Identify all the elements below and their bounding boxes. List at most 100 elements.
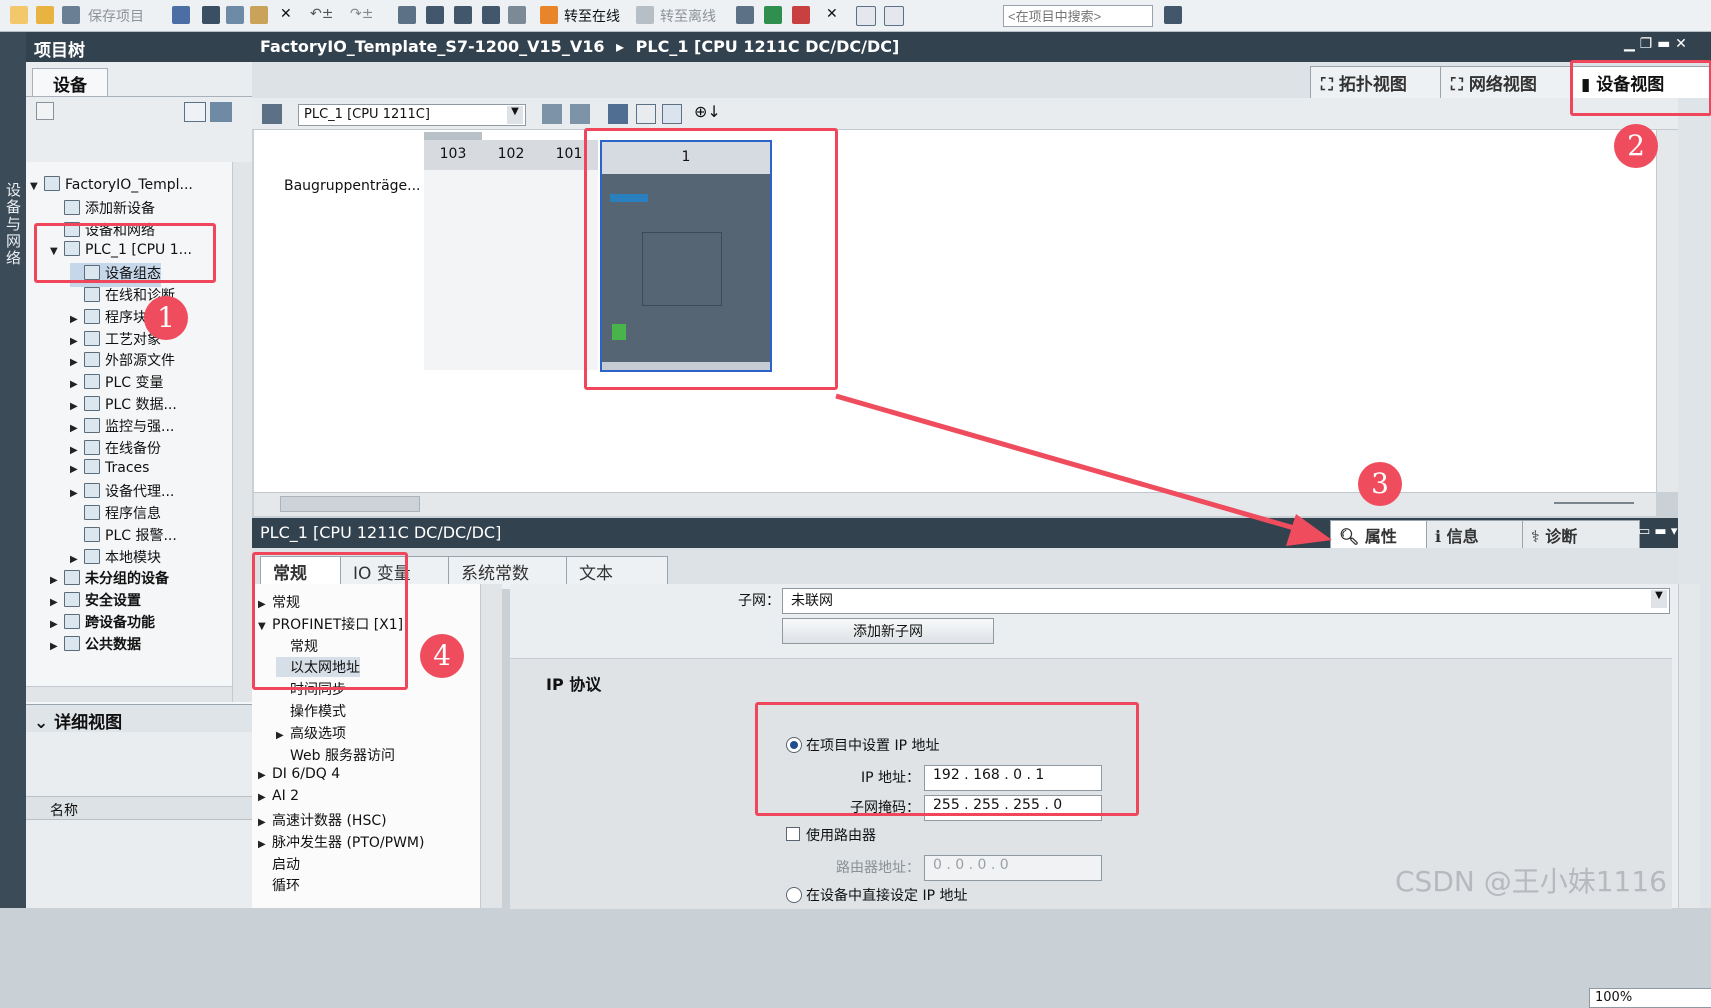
tree-item[interactable]: ▶ 未分组的设备 — [50, 568, 169, 592]
canvas-vertical-scrollbar[interactable] — [1656, 130, 1678, 492]
collapsed-arrow-icon[interactable]: ▶ — [50, 641, 64, 652]
tree-horizontal-scrollbar[interactable] — [26, 686, 232, 702]
collapsed-arrow-icon[interactable]: ▶ — [258, 792, 272, 803]
tree-options-icon[interactable] — [36, 102, 54, 120]
compile-icon[interactable] — [398, 6, 416, 24]
save-project-button[interactable]: 保存项目 — [88, 6, 144, 26]
detail-name-column[interactable]: 名称 — [26, 796, 252, 820]
download-icon[interactable] — [426, 6, 444, 24]
tree-item[interactable]: ▶ 跨设备功能 — [50, 612, 155, 636]
overview-icon[interactable] — [184, 102, 206, 122]
tree-item[interactable]: ▶ 安全设置 — [50, 590, 141, 614]
go-offline-icon[interactable] — [636, 6, 654, 24]
tree-item[interactable]: ▼ FactoryIO_Templ... — [30, 176, 193, 200]
copy-icon[interactable] — [226, 6, 244, 24]
project-search-input[interactable] — [1003, 5, 1153, 27]
split-vertical-icon[interactable] — [884, 6, 904, 26]
nav-item[interactable]: ▶ 高级选项 — [276, 723, 346, 743]
collapsed-arrow-icon[interactable]: ▶ — [70, 336, 84, 347]
go-online-icon[interactable] — [540, 6, 558, 24]
form-scrollbar[interactable] — [1678, 584, 1700, 908]
tree-item[interactable]: ▶ 外部源文件 — [70, 350, 175, 374]
tab-topology-view[interactable]: ⛶ 拓扑视图 — [1310, 66, 1448, 102]
subnet-select[interactable]: 未联网 ▼ — [782, 588, 1670, 614]
tree-item[interactable]: 添加新设备 — [50, 198, 155, 222]
inspector-window-controls[interactable]: ▭ ▬ ▾ — [1638, 524, 1677, 539]
stop-cpu-icon[interactable] — [792, 6, 810, 24]
stop-simulation-icon[interactable] — [508, 6, 526, 24]
start-cpu-icon[interactable] — [764, 6, 782, 24]
tree-item[interactable]: ▶ 监控与强... — [70, 416, 174, 440]
tree-item[interactable]: ▶ 工艺对象 — [70, 329, 161, 353]
device-tool-icon[interactable] — [262, 104, 282, 124]
device-select[interactable]: PLC_1 [CPU 1211C] ▼ — [298, 104, 526, 126]
tree-settings-icon[interactable] — [210, 102, 232, 122]
table-icon[interactable] — [662, 104, 682, 124]
show-names-icon[interactable] — [570, 104, 590, 124]
collapsed-arrow-icon[interactable]: ▶ — [258, 839, 272, 850]
collapsed-arrow-icon[interactable]: ▶ — [70, 401, 84, 412]
collapsed-arrow-icon[interactable]: ▶ — [276, 730, 290, 741]
cross-reference-icon[interactable]: ✕ — [826, 6, 838, 22]
collapsed-arrow-icon[interactable]: ▶ — [70, 357, 84, 368]
new-project-icon[interactable] — [10, 6, 28, 24]
undo-icon[interactable]: ↶± — [310, 6, 333, 22]
collapsed-arrow-icon[interactable]: ▶ — [70, 314, 84, 325]
navigation-scrollbar[interactable] — [480, 584, 502, 908]
tree-item[interactable]: 程序信息 — [70, 503, 161, 527]
collapsed-arrow-icon[interactable]: ▶ — [70, 445, 84, 456]
empty-slot-102[interactable] — [482, 170, 541, 370]
tree-item[interactable]: ▶ PLC 数据... — [70, 394, 177, 418]
devices-tab[interactable]: 设备 — [32, 68, 108, 96]
zoom-select[interactable]: 100% — [1589, 988, 1711, 1008]
nav-item[interactable]: ▶ DI 6/DQ 4 — [258, 766, 340, 782]
empty-slot-103[interactable] — [424, 170, 483, 370]
tree-item[interactable]: ▶ PLC 变量 — [70, 372, 163, 396]
expanded-arrow-icon[interactable]: ▼ — [30, 181, 44, 192]
tree-item[interactable]: ▶ 设备代理... — [70, 481, 174, 505]
print-icon[interactable] — [172, 6, 190, 24]
collapsed-arrow-icon[interactable]: ▶ — [70, 423, 84, 434]
tree-item[interactable]: ▶ 程序块 — [70, 307, 147, 331]
search-icon[interactable] — [1164, 6, 1182, 24]
set-ip-on-device-radio[interactable] — [786, 887, 802, 903]
save-icon[interactable] — [62, 6, 80, 24]
nav-item[interactable]: 操作模式 — [276, 701, 346, 721]
nav-item[interactable]: ▶ AI 2 — [258, 788, 299, 804]
collapsed-arrow-icon[interactable]: ▶ — [70, 464, 84, 475]
nav-item[interactable]: Web 服务器访问 — [276, 745, 395, 765]
tree-item[interactable]: ▶ 公共数据 — [50, 634, 141, 658]
split-horizontal-icon[interactable] — [856, 6, 876, 26]
nav-item[interactable]: ▶ 脉冲发生器 (PTO/PWM) — [258, 832, 424, 852]
cut-icon[interactable] — [202, 6, 220, 24]
delete-icon[interactable]: ✕ — [280, 6, 292, 22]
redo-icon[interactable]: ↷± — [350, 6, 373, 22]
simulation-icon[interactable] — [482, 6, 500, 24]
module-list-icon[interactable] — [542, 104, 562, 124]
paste-icon[interactable] — [250, 6, 268, 24]
collapsed-arrow-icon[interactable]: ▶ — [50, 575, 64, 586]
open-project-icon[interactable] — [36, 6, 54, 24]
add-new-subnet-button[interactable]: 添加新子网 — [782, 618, 994, 644]
use-router-checkbox[interactable] — [786, 827, 800, 841]
tree-item[interactable]: ▶ 在线备份 — [70, 438, 161, 462]
router-address-input[interactable]: 0 . 0 . 0 . 0 — [924, 855, 1102, 881]
grid-icon[interactable] — [636, 104, 656, 124]
collapsed-arrow-icon[interactable]: ▶ — [70, 379, 84, 390]
draw-icon[interactable] — [608, 104, 628, 124]
nav-item[interactable]: ▶ 高速计数器 (HSC) — [258, 810, 387, 830]
tree-scrollbar[interactable] — [232, 162, 252, 702]
collapsed-arrow-icon[interactable]: ▶ — [258, 817, 272, 828]
nav-item[interactable]: 启动 — [258, 854, 300, 874]
devices-networks-strip[interactable]: 设备与网络 — [0, 32, 26, 908]
zoom-slider[interactable] — [1554, 502, 1634, 504]
collapsed-arrow-icon[interactable]: ▶ — [50, 597, 64, 608]
window-controls[interactable]: ▁ ❐ ▬ ✕ — [1624, 36, 1687, 52]
accessible-devices-icon[interactable] — [736, 6, 754, 24]
tree-item[interactable]: PLC 报警... — [70, 525, 177, 549]
canvas-horizontal-scrollbar[interactable]: 100% — [254, 492, 1711, 1008]
collapsed-arrow-icon[interactable]: ▶ — [70, 554, 84, 565]
collapsed-arrow-icon[interactable]: ▶ — [50, 619, 64, 630]
upload-icon[interactable] — [454, 6, 472, 24]
tree-item[interactable]: ▶ Traces — [70, 459, 149, 483]
